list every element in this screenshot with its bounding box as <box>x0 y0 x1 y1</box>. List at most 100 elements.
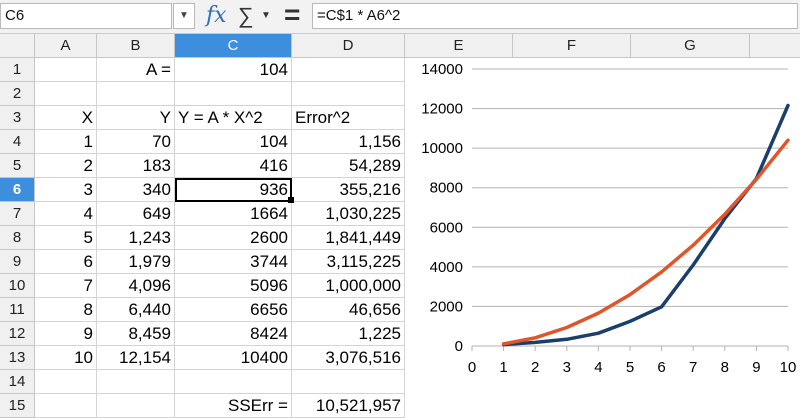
cell-d15[interactable]: 10,521,957 <box>292 394 405 418</box>
cell-a5[interactable]: 2 <box>35 154 97 178</box>
row-header-14[interactable]: 14 <box>0 370 35 394</box>
cell-a13[interactable]: 10 <box>35 346 97 370</box>
row-header-7[interactable]: 7 <box>0 202 35 226</box>
cell-b15[interactable] <box>97 394 175 418</box>
column-header-b[interactable]: B <box>97 34 175 58</box>
cell-c4[interactable]: 104 <box>175 130 292 154</box>
cell-a15[interactable] <box>35 394 97 418</box>
column-header-d[interactable]: D <box>292 34 405 58</box>
cell-b10[interactable]: 4,096 <box>97 274 175 298</box>
column-header-h[interactable] <box>750 34 800 58</box>
cell-a4[interactable]: 1 <box>35 130 97 154</box>
chevron-down-icon[interactable]: ▼ <box>173 3 195 29</box>
cell-b5[interactable]: 183 <box>97 154 175 178</box>
row-header-8[interactable]: 8 <box>0 226 35 250</box>
cell-d10[interactable]: 1,000,000 <box>292 274 405 298</box>
cell-a14[interactable] <box>35 370 97 394</box>
cell-c6[interactable]: 936 <box>175 178 292 202</box>
cell-d8[interactable]: 1,841,449 <box>292 226 405 250</box>
sigma-icon[interactable]: ∑ <box>238 2 258 30</box>
cell-a3[interactable]: X <box>35 106 97 130</box>
cell-c13[interactable]: 10400 <box>175 346 292 370</box>
cell-c11[interactable]: 6656 <box>175 298 292 322</box>
select-all-corner[interactable] <box>0 34 35 58</box>
cell-a10[interactable]: 7 <box>35 274 97 298</box>
y-tick-label: 2000 <box>430 298 463 315</box>
cell-c8[interactable]: 2600 <box>175 226 292 250</box>
name-box[interactable]: C6 <box>0 3 172 29</box>
cell-d1[interactable] <box>292 58 405 82</box>
equals-icon[interactable]: = <box>284 1 304 30</box>
cell-d11[interactable]: 46,656 <box>292 298 405 322</box>
cell-c5[interactable]: 416 <box>175 154 292 178</box>
cell-c14[interactable] <box>175 370 292 394</box>
row-header-4[interactable]: 4 <box>0 130 35 154</box>
x-tick-label: 6 <box>657 359 665 376</box>
y-tick-label: 6000 <box>430 219 463 236</box>
cell-b13[interactable]: 12,154 <box>97 346 175 370</box>
fill-handle[interactable] <box>288 197 294 203</box>
sigma-dropdown-icon[interactable]: ▼ <box>261 9 273 23</box>
cell-d14[interactable] <box>292 370 405 394</box>
cell-c2[interactable] <box>175 82 292 106</box>
cell-a7[interactable]: 4 <box>35 202 97 226</box>
cell-b12[interactable]: 8,459 <box>97 322 175 346</box>
row-header-3[interactable]: 3 <box>0 106 35 130</box>
cell-b8[interactable]: 1,243 <box>97 226 175 250</box>
column-header-a[interactable]: A <box>35 34 97 58</box>
column-header-f[interactable]: F <box>513 34 631 58</box>
column-header-g[interactable]: G <box>631 34 750 58</box>
row-header-5[interactable]: 5 <box>0 154 35 178</box>
cell-a8[interactable]: 5 <box>35 226 97 250</box>
cell-d4[interactable]: 1,156 <box>292 130 405 154</box>
cell-a1[interactable] <box>35 58 97 82</box>
cell-b1[interactable]: A = <box>97 58 175 82</box>
cell-b4[interactable]: 70 <box>97 130 175 154</box>
cell-c12[interactable]: 8424 <box>175 322 292 346</box>
chart[interactable]: 0 2000 4000 6000 8000 10000 12000 14000 0 1 2 3 4 5 6 7… <box>405 58 800 406</box>
cell-b14[interactable] <box>97 370 175 394</box>
y-tick-label: 10000 <box>421 140 463 157</box>
cell-d7[interactable]: 1,030,225 <box>292 202 405 226</box>
cell-d2[interactable] <box>292 82 405 106</box>
cell-c7[interactable]: 1664 <box>175 202 292 226</box>
cell-a2[interactable] <box>35 82 97 106</box>
row-header-13[interactable]: 13 <box>0 346 35 370</box>
cell-b3[interactable]: Y <box>97 106 175 130</box>
row-header-9[interactable]: 9 <box>0 250 35 274</box>
cell-b2[interactable] <box>97 82 175 106</box>
cell-a9[interactable]: 6 <box>35 250 97 274</box>
cell-a11[interactable]: 8 <box>35 298 97 322</box>
cell-c9[interactable]: 3744 <box>175 250 292 274</box>
row-header-15[interactable]: 15 <box>0 394 35 418</box>
cell-d6[interactable]: 355,216 <box>292 178 405 202</box>
row-header-1[interactable]: 1 <box>0 58 35 82</box>
cell-d3[interactable]: Error^2 <box>292 106 405 130</box>
cell-d13[interactable]: 3,076,516 <box>292 346 405 370</box>
row-header-10[interactable]: 10 <box>0 274 35 298</box>
cell-b9[interactable]: 1,979 <box>97 250 175 274</box>
column-header-e[interactable]: E <box>405 34 513 58</box>
row-header-2[interactable]: 2 <box>0 82 35 106</box>
row-header-11[interactable]: 11 <box>0 298 35 322</box>
x-tick-label: 4 <box>594 359 602 376</box>
y-tick-label: 8000 <box>430 180 463 197</box>
cell-b7[interactable]: 649 <box>97 202 175 226</box>
cell-d5[interactable]: 54,289 <box>292 154 405 178</box>
cell-c10[interactable]: 5096 <box>175 274 292 298</box>
cell-c1[interactable]: 104 <box>175 58 292 82</box>
row-header-12[interactable]: 12 <box>0 322 35 346</box>
formula-input[interactable]: =C$1 * A6^2 <box>312 3 798 29</box>
cell-b11[interactable]: 6,440 <box>97 298 175 322</box>
cell-c3[interactable]: Y = A * X^2 <box>175 106 292 130</box>
fx-icon[interactable]: fx <box>206 2 234 30</box>
cell-c15[interactable]: SSErr = <box>175 394 292 418</box>
row-header-6[interactable]: 6 <box>0 178 35 202</box>
cell-a12[interactable]: 9 <box>35 322 97 346</box>
x-tick-label: 5 <box>626 359 634 376</box>
cell-a6[interactable]: 3 <box>35 178 97 202</box>
cell-d9[interactable]: 3,115,225 <box>292 250 405 274</box>
cell-b6[interactable]: 340 <box>97 178 175 202</box>
cell-d12[interactable]: 1,225 <box>292 322 405 346</box>
column-header-c[interactable]: C <box>175 34 292 58</box>
